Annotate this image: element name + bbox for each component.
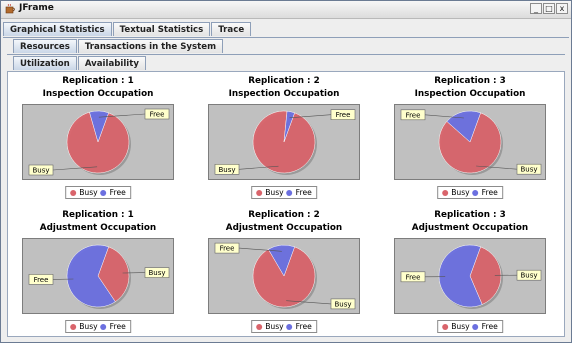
title-bar[interactable]: JFrame _ □ x	[1, 1, 571, 19]
chart-title: Adjustment Occupation	[411, 223, 529, 233]
busy-legend-dot	[442, 189, 449, 196]
minimize-button[interactable]: _	[530, 3, 542, 14]
legend-busy-label: Busy	[79, 322, 98, 331]
legend-free-label: Free	[295, 322, 312, 331]
chart-title: Inspection Occupation	[414, 89, 526, 99]
window-controls: _ □ x	[530, 3, 568, 14]
legend-busy-label: Busy	[451, 322, 470, 331]
pie-chart-svg: Busy Free	[400, 244, 542, 309]
pie-chart-svg: Busy Free	[28, 108, 170, 176]
free-legend-dot	[286, 189, 293, 196]
replication-label: Replication : 2	[248, 210, 320, 220]
tab-availability[interactable]: Availability	[77, 56, 146, 70]
chart-cell: Replication : 2 Adjustment Occupation Bu…	[194, 206, 374, 336]
legend-free-label: Free	[295, 188, 312, 197]
tab-resources[interactable]: Resources	[13, 39, 77, 53]
chart-legend: Busy Free	[65, 320, 131, 333]
chart-title: Adjustment Occupation	[225, 223, 343, 233]
tab-textual-statistics[interactable]: Textual Statistics	[112, 22, 211, 36]
legend-busy-label: Busy	[451, 188, 470, 197]
pie-chart-svg: Busy Free	[28, 244, 170, 309]
chart-cell: Replication : 1 Adjustment Occupation Bu…	[8, 206, 188, 336]
chart-legend: Busy Free	[437, 320, 503, 333]
pie-plot-area: Busy Free	[208, 104, 360, 180]
chart-title: Inspection Occupation	[42, 89, 154, 99]
replication-label: Replication : 1	[62, 210, 134, 220]
chart-title: Adjustment Occupation	[39, 223, 157, 233]
pie-label-free: Free	[406, 273, 421, 281]
busy-legend-dot	[256, 189, 263, 196]
busy-legend-dot	[70, 189, 77, 196]
busy-legend-dot	[70, 323, 77, 330]
replication-label: Replication : 3	[434, 76, 506, 86]
pie-plot-area: Busy Free	[22, 104, 174, 180]
close-button[interactable]: x	[556, 3, 568, 14]
pie-plot-area: Busy Free	[394, 238, 546, 314]
chart-cell: Replication : 3 Adjustment Occupation Bu…	[380, 206, 560, 336]
tab-divider	[3, 37, 569, 38]
legend-free-label: Free	[109, 188, 126, 197]
free-legend-dot	[472, 189, 479, 196]
chart-legend: Busy Free	[251, 186, 317, 199]
legend-free-label: Free	[481, 322, 498, 331]
tab-graphical-statistics[interactable]: Graphical Statistics	[3, 22, 112, 36]
chart-legend: Busy Free	[251, 320, 317, 333]
chart-cell: Replication : 2 Inspection Occupation Bu…	[194, 72, 374, 202]
window-title: JFrame	[19, 3, 54, 13]
legend-busy-label: Busy	[79, 188, 98, 197]
main-tabs: Graphical Statistics Textual Statistics …	[3, 22, 252, 37]
pie-plot-area: Busy Free	[394, 104, 546, 180]
pie-label-free: Free	[220, 245, 235, 253]
pie-label-busy: Busy	[32, 167, 49, 175]
busy-legend-dot	[256, 323, 263, 330]
chart-cell: Replication : 3 Inspection Occupation Bu…	[380, 72, 560, 202]
utilization-tabs: Utilization Availability	[13, 56, 147, 71]
pie-plot-area: Busy Free	[22, 238, 174, 314]
pie-chart-svg: Busy Free	[400, 109, 542, 175]
pie-label-free: Free	[406, 111, 421, 119]
free-legend-dot	[286, 323, 293, 330]
pie-label-busy: Busy	[334, 300, 351, 308]
free-legend-dot	[100, 323, 107, 330]
free-legend-dot	[472, 323, 479, 330]
java-cup-icon	[5, 4, 15, 14]
tab-divider	[7, 54, 565, 55]
jframe-window: JFrame _ □ x Graphical Statistics Textua…	[0, 0, 572, 343]
pie-chart-svg: Busy Free	[214, 109, 356, 175]
pie-label-free: Free	[34, 276, 49, 284]
busy-legend-dot	[442, 323, 449, 330]
chart-legend: Busy Free	[437, 186, 503, 199]
tab-utilization[interactable]: Utilization	[13, 56, 77, 70]
charts-panel: Replication : 1 Inspection Occupation Bu…	[7, 71, 565, 337]
pie-label-busy: Busy	[148, 269, 165, 277]
pie-label-busy: Busy	[218, 166, 235, 174]
pie-label-free: Free	[150, 111, 165, 119]
replication-label: Replication : 2	[248, 76, 320, 86]
legend-busy-label: Busy	[265, 188, 284, 197]
free-legend-dot	[100, 189, 107, 196]
maximize-button[interactable]: □	[543, 3, 555, 14]
chart-legend: Busy Free	[65, 186, 131, 199]
tab-transactions-in-system[interactable]: Transactions in the System	[77, 39, 224, 53]
pie-label-busy: Busy	[520, 272, 537, 280]
chart-cell: Replication : 1 Inspection Occupation Bu…	[8, 72, 188, 202]
legend-free-label: Free	[109, 322, 126, 331]
chart-title: Inspection Occupation	[228, 89, 340, 99]
replication-label: Replication : 3	[434, 210, 506, 220]
pie-label-busy: Busy	[520, 166, 537, 174]
replication-label: Replication : 1	[62, 76, 134, 86]
resource-tabs: Resources Transactions in the System	[13, 39, 224, 54]
pie-plot-area: Busy Free	[208, 238, 360, 314]
tab-trace[interactable]: Trace	[211, 22, 252, 36]
legend-free-label: Free	[481, 188, 498, 197]
legend-busy-label: Busy	[265, 322, 284, 331]
pie-chart-svg: Busy Free	[214, 242, 356, 310]
pie-label-free: Free	[336, 111, 351, 119]
